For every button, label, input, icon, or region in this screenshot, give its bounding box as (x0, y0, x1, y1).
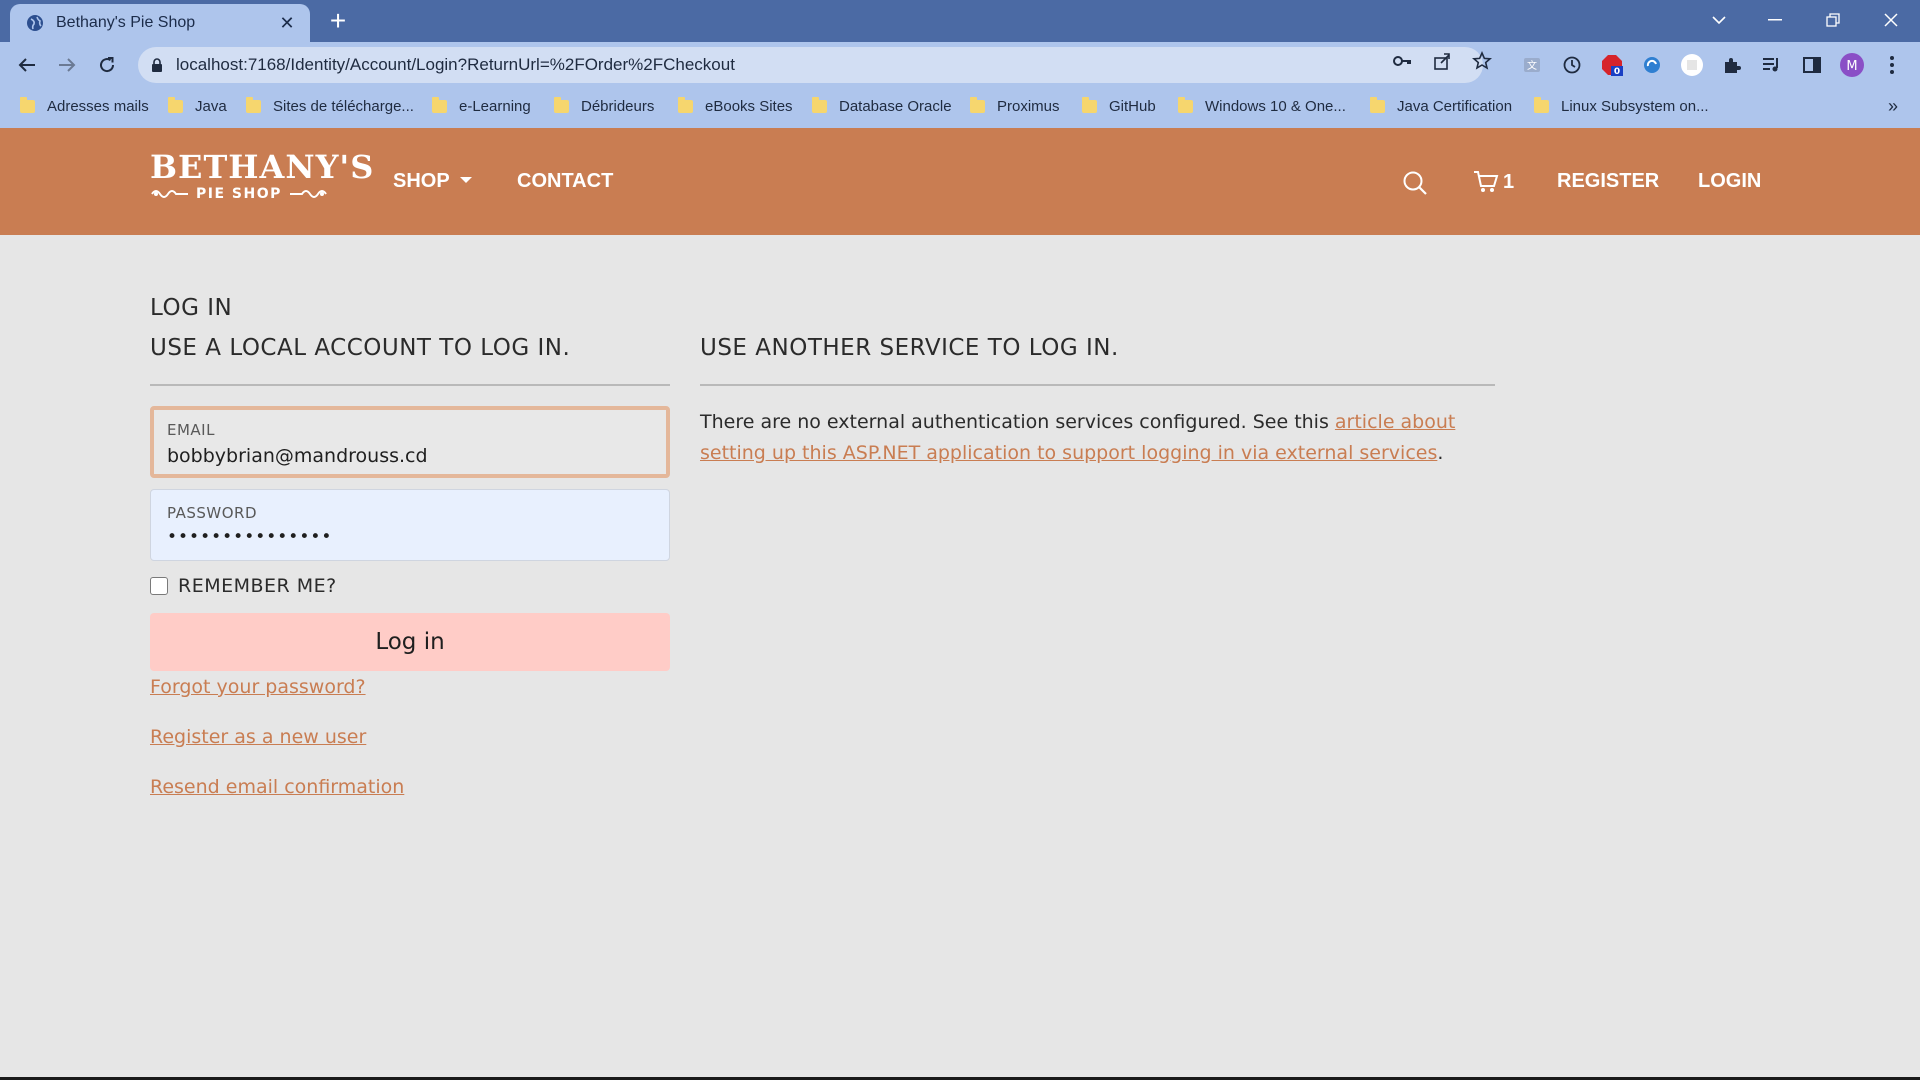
folder-icon (432, 97, 447, 113)
login-page: LOG IN USE A LOCAL ACCOUNT TO LOG IN. US… (0, 235, 1920, 1080)
globe-icon (27, 15, 43, 31)
address-bar[interactable]: localhost:7168/Identity/Account/Login?Re… (138, 47, 1483, 83)
cart-icon (1474, 171, 1499, 192)
bookmark-folder[interactable]: Débrideurs (554, 97, 654, 115)
local-account-heading: USE A LOCAL ACCOUNT TO LOG IN. (150, 335, 571, 361)
folder-icon (1534, 97, 1549, 113)
bookmark-folder[interactable]: Sites de télécharge... (246, 97, 414, 115)
site-logo[interactable]: BETHANY'S PIE SHOP (150, 148, 375, 214)
bookmark-folder[interactable]: Adresses mails (20, 97, 149, 115)
folder-icon (554, 97, 569, 113)
browser-tab[interactable]: Bethany's Pie Shop ✕ (10, 4, 310, 42)
password-label: PASSWORD (167, 504, 258, 522)
browser-toolbar: localhost:7168/Identity/Account/Login?Re… (0, 42, 1920, 88)
logo-title: BETHANY'S (150, 148, 375, 186)
bookmark-folder[interactable]: e-Learning (432, 97, 531, 115)
login-button[interactable]: Log in (150, 613, 670, 671)
bookmark-folder[interactable]: Proximus (970, 97, 1060, 115)
nav-contact-link[interactable]: CONTACT (517, 170, 613, 193)
logo-subtitle: PIE SHOP (196, 186, 282, 202)
edge-extension-icon[interactable] (1640, 53, 1664, 77)
menu-kebab-icon[interactable] (1880, 53, 1904, 77)
folder-icon (1082, 97, 1097, 113)
svg-text:0: 0 (1614, 67, 1620, 76)
bookmark-folder[interactable]: GitHub (1082, 97, 1156, 115)
folder-icon (20, 97, 35, 113)
caret-down-icon (459, 176, 472, 183)
email-label: EMAIL (167, 421, 215, 439)
reload-icon[interactable] (92, 50, 122, 80)
email-field[interactable]: EMAIL bobbybrian@mandrouss.cd (150, 406, 670, 478)
folder-icon (970, 97, 985, 113)
remember-me-checkbox[interactable] (150, 577, 168, 595)
extensions-puzzle-icon[interactable] (1720, 53, 1744, 77)
close-window-icon[interactable] (1868, 0, 1914, 40)
external-service-heading: USE ANOTHER SERVICE TO LOG IN. (700, 335, 1119, 361)
tab-close-icon[interactable]: ✕ (276, 13, 298, 34)
page-title: LOG IN (150, 295, 233, 321)
folder-icon (1178, 97, 1193, 113)
nav-shop-label: SHOP (393, 170, 450, 192)
remember-me-label: REMEMBER ME? (178, 575, 337, 597)
adblock-extension-icon[interactable]: 0 (1600, 53, 1624, 77)
bookmarks-overflow-button[interactable]: » (1888, 96, 1898, 117)
folder-icon (1370, 97, 1385, 113)
bookmark-folder[interactable]: Java Certification (1370, 97, 1512, 115)
side-panel-icon[interactable] (1800, 53, 1824, 77)
minimize-icon[interactable] (1752, 0, 1798, 40)
register-new-user-link[interactable]: Register as a new user (150, 726, 366, 748)
bookmarks-bar: Adresses mails Java Sites de télécharge.… (0, 88, 1920, 128)
folder-icon (678, 97, 693, 113)
back-icon[interactable] (12, 50, 42, 80)
logo-right-flourish-icon (289, 190, 327, 198)
folder-icon (812, 97, 827, 113)
history-extension-icon[interactable] (1560, 53, 1584, 77)
white-extension-icon[interactable] (1680, 53, 1704, 77)
cart-link[interactable]: 1 (1473, 170, 1514, 194)
svg-text:文: 文 (1527, 59, 1537, 72)
folder-icon (246, 97, 261, 113)
password-field[interactable]: PASSWORD ••••••••••••••• (150, 489, 670, 561)
site-header: BETHANY'S PIE SHOP SHOP CONTACT 1 REGIST… (0, 128, 1920, 235)
svg-text:M: M (1846, 59, 1857, 74)
bookmark-folder[interactable]: Windows 10 & One... (1178, 97, 1346, 115)
tab-title: Bethany's Pie Shop (56, 14, 196, 31)
key-icon[interactable] (1392, 51, 1412, 71)
search-icon[interactable] (1402, 170, 1428, 196)
bookmark-folder[interactable]: Database Oracle (812, 97, 952, 115)
bookmark-folder[interactable]: Java (168, 97, 227, 115)
share-icon[interactable] (1432, 51, 1452, 71)
bookmark-folder[interactable]: eBooks Sites (678, 97, 793, 115)
nav-register-link[interactable]: REGISTER (1557, 170, 1659, 193)
nav-shop-dropdown[interactable]: SHOP (393, 170, 472, 193)
resend-confirmation-link[interactable]: Resend email confirmation (150, 776, 404, 798)
media-queue-icon[interactable] (1760, 53, 1784, 77)
divider (150, 384, 670, 386)
remember-me-row[interactable]: REMEMBER ME? (150, 575, 337, 597)
restore-icon[interactable] (1810, 0, 1856, 40)
profile-avatar[interactable]: M (1840, 53, 1864, 77)
forgot-password-link[interactable]: Forgot your password? (150, 676, 366, 698)
divider (700, 384, 1495, 386)
email-input-value[interactable]: bobbybrian@mandrouss.cd (167, 445, 653, 467)
lock-icon (152, 58, 162, 72)
forward-icon[interactable] (52, 50, 82, 80)
folder-icon (168, 97, 183, 113)
password-input-value[interactable]: ••••••••••••••• (167, 527, 653, 547)
logo-left-flourish-icon (151, 190, 188, 198)
browser-tab-strip: Bethany's Pie Shop ✕ + (0, 0, 1920, 42)
url-text: localhost:7168/Identity/Account/Login?Re… (176, 55, 735, 74)
bookmark-folder[interactable]: Linux Subsystem on... (1534, 97, 1709, 115)
tab-search-chevron-icon[interactable] (1696, 0, 1742, 40)
new-tab-button[interactable]: + (323, 6, 353, 36)
bookmark-star-icon[interactable] (1472, 51, 1492, 71)
cart-count: 1 (1503, 170, 1515, 193)
translate-extension-icon[interactable]: 文 (1520, 53, 1544, 77)
nav-login-link[interactable]: LOGIN (1698, 170, 1761, 193)
external-auth-message: There are no external authentication ser… (700, 411, 1456, 464)
